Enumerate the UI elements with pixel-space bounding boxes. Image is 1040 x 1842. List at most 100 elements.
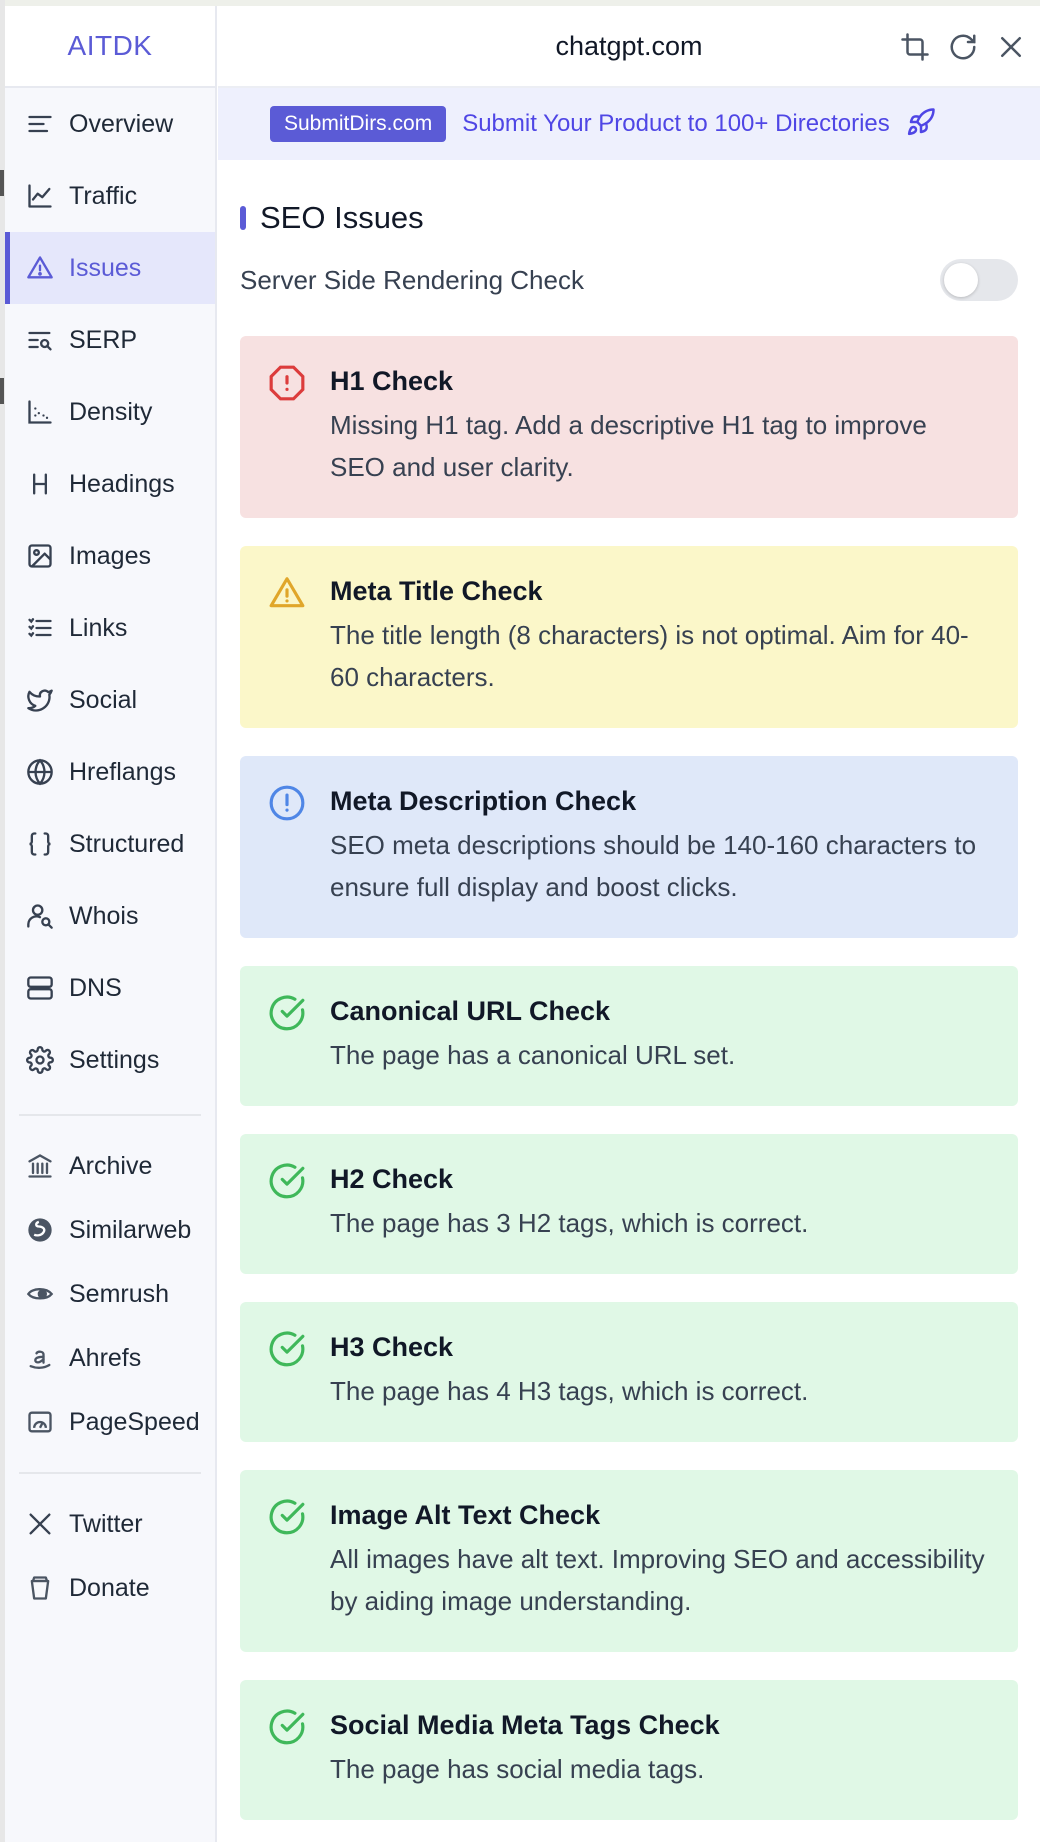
sidebar-item-label: Density bbox=[69, 397, 153, 426]
check-circle-icon bbox=[268, 1330, 306, 1368]
check-card-image-alt: Image Alt Text Check All images have alt… bbox=[240, 1470, 1018, 1652]
sidebar-divider bbox=[19, 1114, 201, 1116]
check-circle-icon bbox=[268, 1498, 306, 1536]
image-icon bbox=[25, 541, 55, 571]
section-title: SEO Issues bbox=[240, 200, 1018, 236]
sidebar-item-label: Overview bbox=[69, 109, 174, 138]
list-icon bbox=[25, 613, 55, 643]
check-title: Meta Title Check bbox=[330, 576, 543, 606]
overview-icon bbox=[25, 109, 55, 139]
sidebar-item-pagespeed[interactable]: PageSpeed bbox=[5, 1390, 215, 1454]
sidebar-item-twitter[interactable]: Twitter bbox=[5, 1492, 215, 1556]
check-circle-icon bbox=[268, 994, 306, 1032]
refresh-icon bbox=[950, 34, 976, 60]
sidebar-item-label: DNS bbox=[69, 973, 122, 1002]
sidebar-item-label: Semrush bbox=[69, 1279, 170, 1308]
close-button[interactable] bbox=[994, 30, 1028, 64]
sidebar-item-label: Structured bbox=[69, 829, 185, 858]
crop-button[interactable] bbox=[898, 30, 932, 64]
check-body: H3 Check The page has 4 H3 tags, which i… bbox=[330, 1330, 808, 1412]
ssr-toggle[interactable] bbox=[940, 259, 1018, 301]
check-title: H2 Check bbox=[330, 1164, 454, 1194]
braces-icon bbox=[25, 829, 55, 859]
sidebar-item-social[interactable]: Social bbox=[5, 664, 215, 736]
domain-title: chatgpt.com bbox=[555, 30, 703, 61]
check-body: H2 Check The page has 3 H2 tags, which i… bbox=[330, 1162, 808, 1244]
check-card-meta-title: Meta Title Check The title length (8 cha… bbox=[240, 546, 1018, 728]
info-circle-icon bbox=[268, 784, 306, 822]
sidebar-item-images[interactable]: Images bbox=[5, 520, 215, 592]
check-description: The title length (8 characters) is not o… bbox=[330, 620, 969, 692]
serp-search-icon bbox=[25, 325, 55, 355]
traffic-chart-icon bbox=[25, 181, 55, 211]
sidebar-item-whois[interactable]: Whois bbox=[5, 880, 215, 952]
refresh-button[interactable] bbox=[946, 30, 980, 64]
check-description: Missing H1 tag. Add a descriptive H1 tag… bbox=[330, 410, 927, 482]
sidebar-item-traffic[interactable]: Traffic bbox=[5, 160, 215, 232]
sidebar-item-issues[interactable]: Issues bbox=[5, 232, 215, 304]
crop-icon bbox=[901, 33, 929, 61]
section-title-text: SEO Issues bbox=[260, 200, 424, 235]
sidebar-item-label: PageSpeed bbox=[69, 1407, 200, 1436]
sidebar-item-overview[interactable]: Overview bbox=[5, 88, 215, 160]
promo-badge[interactable]: SubmitDirs.com bbox=[270, 106, 447, 142]
extension-window: AITDK Overview Traffic Issues SERP Densi… bbox=[0, 0, 1040, 1842]
sidebar-item-density[interactable]: Density bbox=[5, 376, 215, 448]
check-card-h2: H2 Check The page has 3 H2 tags, which i… bbox=[240, 1134, 1018, 1274]
check-body: Meta Title Check The title length (8 cha… bbox=[330, 574, 988, 698]
check-body: Meta Description Check SEO meta descript… bbox=[330, 784, 988, 908]
panel-header: chatgpt.com bbox=[218, 6, 1040, 88]
gear-icon bbox=[25, 1045, 55, 1075]
warning-triangle-icon bbox=[268, 574, 306, 612]
sidebar-item-hreflangs[interactable]: Hreflangs bbox=[5, 736, 215, 808]
sidebar-item-label: Similarweb bbox=[69, 1215, 192, 1244]
ssr-check-row: Server Side Rendering Check bbox=[240, 259, 1018, 301]
sidebar-item-donate[interactable]: Donate bbox=[5, 1556, 215, 1620]
heading-icon bbox=[25, 469, 55, 499]
close-icon bbox=[1001, 37, 1021, 57]
sidebar-item-label: Ahrefs bbox=[69, 1343, 142, 1372]
social-nav: Twitter Donate bbox=[5, 1492, 215, 1620]
sidebar-item-ahrefs[interactable]: Ahrefs bbox=[5, 1326, 215, 1390]
sidebar-item-label: Settings bbox=[69, 1045, 160, 1074]
main-panel: chatgpt.com SubmitDirs.com Submit Your P… bbox=[218, 6, 1040, 1842]
brand-logo-text[interactable]: AITDK bbox=[68, 30, 153, 62]
check-card-meta-description: Meta Description Check SEO meta descript… bbox=[240, 756, 1018, 938]
check-card-h1: H1 Check Missing H1 tag. Add a descripti… bbox=[240, 336, 1018, 518]
sidebar-item-serp[interactable]: SERP bbox=[5, 304, 215, 376]
promo-banner[interactable]: SubmitDirs.com Submit Your Product to 10… bbox=[218, 88, 1040, 160]
sidebar-item-structured[interactable]: Structured bbox=[5, 808, 215, 880]
sidebar-item-label: SERP bbox=[69, 325, 138, 354]
header-actions bbox=[898, 30, 1028, 64]
check-body: Image Alt Text Check All images have alt… bbox=[330, 1498, 988, 1622]
sidebar-item-label: Links bbox=[69, 613, 128, 642]
sidebar-item-links[interactable]: Links bbox=[5, 592, 215, 664]
sidebar-item-semrush[interactable]: Semrush bbox=[5, 1262, 215, 1326]
sidebar-item-dns[interactable]: DNS bbox=[5, 952, 215, 1024]
promo-link[interactable]: Submit Your Product to 100+ Directories bbox=[462, 110, 890, 138]
sidebar-item-label: Traffic bbox=[69, 181, 138, 210]
sidebar-item-label: Headings bbox=[69, 469, 175, 498]
check-description: SEO meta descriptions should be 140-160 … bbox=[330, 830, 977, 902]
archive-icon bbox=[25, 1151, 55, 1181]
sidebar-item-similarweb[interactable]: Similarweb bbox=[5, 1198, 215, 1262]
check-description: The page has 3 H2 tags, which is correct… bbox=[330, 1208, 809, 1238]
check-description: All images have alt text. Improving SEO … bbox=[330, 1544, 985, 1616]
check-card-social-meta: Social Media Meta Tags Check The page ha… bbox=[240, 1680, 1018, 1820]
sidebar-item-headings[interactable]: Headings bbox=[5, 448, 215, 520]
amazon-a-icon bbox=[25, 1343, 55, 1373]
brand-header: AITDK bbox=[5, 6, 215, 88]
ssr-check-label: Server Side Rendering Check bbox=[240, 264, 584, 295]
server-icon bbox=[25, 973, 55, 1003]
sidebar-nav: Overview Traffic Issues SERP Density Hea… bbox=[5, 88, 215, 1096]
check-circle-icon bbox=[268, 1162, 306, 1200]
scatter-chart-icon bbox=[25, 397, 55, 427]
section-accent-bar bbox=[240, 206, 246, 230]
edge-mark bbox=[0, 378, 4, 404]
sidebar-item-settings[interactable]: Settings bbox=[5, 1024, 215, 1096]
sidebar-item-archive[interactable]: Archive bbox=[5, 1134, 215, 1198]
check-card-h3: H3 Check The page has 4 H3 tags, which i… bbox=[240, 1302, 1018, 1442]
edge-mark bbox=[0, 170, 4, 196]
warning-triangle-icon bbox=[25, 253, 55, 283]
sidebar-item-label: Twitter bbox=[69, 1509, 143, 1538]
